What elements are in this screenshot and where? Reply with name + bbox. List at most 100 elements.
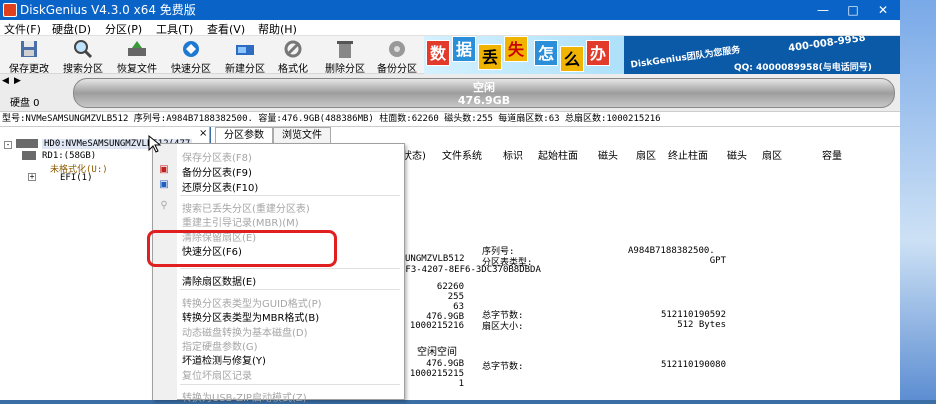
heads-value: 255	[447, 292, 464, 302]
column-header: 文件系统	[442, 151, 482, 162]
search-lost-icon: ⚲	[160, 200, 168, 211]
serial-value: A984B7188382500.	[628, 246, 715, 256]
disk-icon	[16, 139, 38, 148]
new-partition-button[interactable]: 新建分区	[218, 36, 272, 75]
disk-nav-left[interactable]: ◀	[2, 76, 9, 86]
partition-table-label: 分区表类型:	[482, 258, 533, 268]
menu-tools[interactable]: 工具(T)	[156, 21, 193, 37]
column-header: 状态)	[402, 151, 426, 162]
free-one-value: 1	[458, 379, 464, 389]
backup-icon	[389, 41, 405, 57]
free-capacity-value: 476.9GB	[426, 359, 464, 369]
backup-partition-button[interactable]: 备份分区	[370, 36, 424, 75]
column-header: 磁头	[727, 151, 747, 162]
window-controls: — □ ✕	[808, 0, 898, 20]
format-button[interactable]: 格式化	[266, 36, 320, 75]
banner-tile: 数	[426, 40, 450, 66]
delete-icon	[337, 41, 353, 58]
banner-phone: 400-008-9958	[787, 36, 867, 55]
banner-tile: 么	[560, 46, 584, 72]
menu-help[interactable]: 帮助(H)	[258, 21, 297, 37]
sector-size-label: 扇区大小:	[482, 322, 524, 332]
tree-item-efi[interactable]: EFI(1)	[60, 173, 93, 183]
window-title: DiskGenius V4.3.0 x64 免费版	[20, 3, 196, 17]
free-total-bytes-label: 总字节数:	[482, 362, 524, 372]
expand-toggle-icon[interactable]: +	[28, 173, 36, 181]
menu-search-lost-partitions[interactable]: 搜索已丢失分区(重建分区表)	[182, 200, 310, 215]
mouse-cursor-icon	[148, 135, 162, 153]
save-icon	[21, 41, 37, 57]
menu-bar: 文件(F) 硬盘(D) 分区(P) 工具(T) 查看(V) 帮助(H)	[0, 20, 900, 36]
cylinders-value: 62260	[436, 282, 464, 292]
menu-reset-bad-sectors[interactable]: 复位坏扇区记录	[182, 367, 252, 382]
column-header: 标识	[503, 151, 523, 162]
save-button[interactable]: 保存更改	[2, 36, 56, 75]
menu-convert-to-mbr[interactable]: 转换分区表类型为MBR格式(B)	[182, 309, 319, 324]
menu-dynamic-to-basic[interactable]: 动态磁盘转换为基本磁盘(D)	[182, 324, 308, 339]
menu-file[interactable]: 文件(F)	[4, 21, 41, 37]
quick-partition-button[interactable]: 快速分区	[164, 36, 218, 75]
delete-partition-button[interactable]: 删除分区	[318, 36, 372, 75]
total-sectors-value: 1000215216	[409, 321, 464, 331]
menu-separator	[180, 384, 400, 385]
menu-clear-sector-data[interactable]: 清除扇区数据(E)	[182, 273, 256, 288]
menu-convert-to-guid[interactable]: 转换分区表类型为GUID格式(P)	[182, 295, 322, 310]
menu-bad-sector-check[interactable]: 坏道检测与修复(Y)	[182, 352, 266, 367]
menu-rebuild-mbr[interactable]: 重建主引导记录(MBR)(M)	[182, 214, 299, 229]
quick-partition-icon	[183, 41, 199, 57]
tab-partition-params[interactable]: 分区参数	[215, 127, 273, 143]
close-button[interactable]: ✕	[868, 0, 898, 20]
banner-tile: 据	[452, 36, 476, 62]
menu-disk[interactable]: 硬盘(D)	[52, 21, 91, 37]
tree-item-rd1[interactable]: RD1:(58GB)	[42, 151, 96, 161]
recover-files-icon	[128, 41, 146, 56]
partition-table-value: GPT	[709, 256, 726, 266]
new-partition-icon	[236, 45, 254, 55]
tab-browse-files[interactable]: 浏览文件	[273, 127, 331, 143]
free-space-size: 476.9GB	[457, 94, 511, 107]
menu-set-disk-params[interactable]: 指定硬盘参数(G)	[182, 338, 258, 353]
banner-tile: 怎	[534, 40, 558, 66]
maximize-button[interactable]: □	[838, 0, 868, 20]
menu-restore-partition-table[interactable]: 还原分区表(F10)	[182, 179, 258, 194]
menu-partition[interactable]: 分区(P)	[105, 21, 142, 37]
expand-toggle-icon[interactable]: -	[4, 141, 12, 149]
minimize-button[interactable]: —	[808, 0, 838, 20]
restore-table-icon: ▣	[159, 179, 169, 190]
column-header: 容量	[822, 151, 842, 162]
banner-tile: 办	[586, 40, 610, 66]
highlight-annotation	[147, 230, 337, 267]
toolbar: 保存更改 搜索分区 恢复文件 快速分区 新建分区 格式化 删除分区 备份分区	[0, 36, 424, 75]
sectors-per-track-value: 63	[453, 302, 464, 312]
menu-save-partition-table[interactable]: 保存分区表(F8)	[182, 149, 252, 164]
banner-contact: DiskGenius团队为您服务 400-008-9958 QQ: 400008…	[624, 36, 900, 74]
disk-nav-right[interactable]: ▶	[14, 76, 21, 86]
free-space-title: 空闲空间	[417, 347, 457, 358]
sector-size-value: 512 Bytes	[677, 320, 726, 330]
ad-banner[interactable]: 数 据 丢 失 怎 么 办 DiskGenius团队为您服务 400-008-9…	[424, 36, 900, 74]
banner-team-text: DiskGenius团队为您服务	[630, 45, 742, 71]
recover-files-button[interactable]: 恢复文件	[110, 36, 164, 75]
search-partition-button[interactable]: 搜索分区	[56, 36, 110, 75]
column-header: 扇区	[762, 151, 782, 162]
free-space-block[interactable]: 空闲 476.9GB	[73, 78, 895, 108]
backup-table-icon: ▣	[159, 164, 169, 175]
column-header: 磁头	[598, 151, 618, 162]
column-header: 扇区	[636, 151, 656, 162]
desktop-background	[900, 0, 936, 400]
disk-info-bar: 型号:NVMeSAMSUNGMZVLB512 序列号:A984B71883825…	[0, 112, 900, 127]
total-bytes-value: 512110190592	[660, 310, 726, 320]
app-icon	[3, 3, 17, 17]
model-text: UNGMZVLB512	[405, 254, 465, 264]
menu-separator	[180, 289, 400, 290]
free-space-label: 空闲	[473, 81, 495, 94]
menu-backup-partition-table[interactable]: 备份分区表(F9)	[182, 164, 252, 179]
title-bar: DiskGenius V4.3.0 x64 免费版	[0, 0, 900, 20]
menu-view[interactable]: 查看(V)	[207, 21, 245, 37]
menu-usb-zip-mode[interactable]: 转换为USB-ZIP启动模式(Z)	[182, 389, 307, 404]
close-panel-icon[interactable]: ×	[199, 129, 209, 139]
search-icon	[74, 40, 93, 59]
banner-qq: QQ: 4000089958(与电话同号)	[734, 63, 872, 73]
menu-separator	[180, 268, 400, 269]
free-total-bytes-value: 512110190080	[660, 360, 726, 370]
